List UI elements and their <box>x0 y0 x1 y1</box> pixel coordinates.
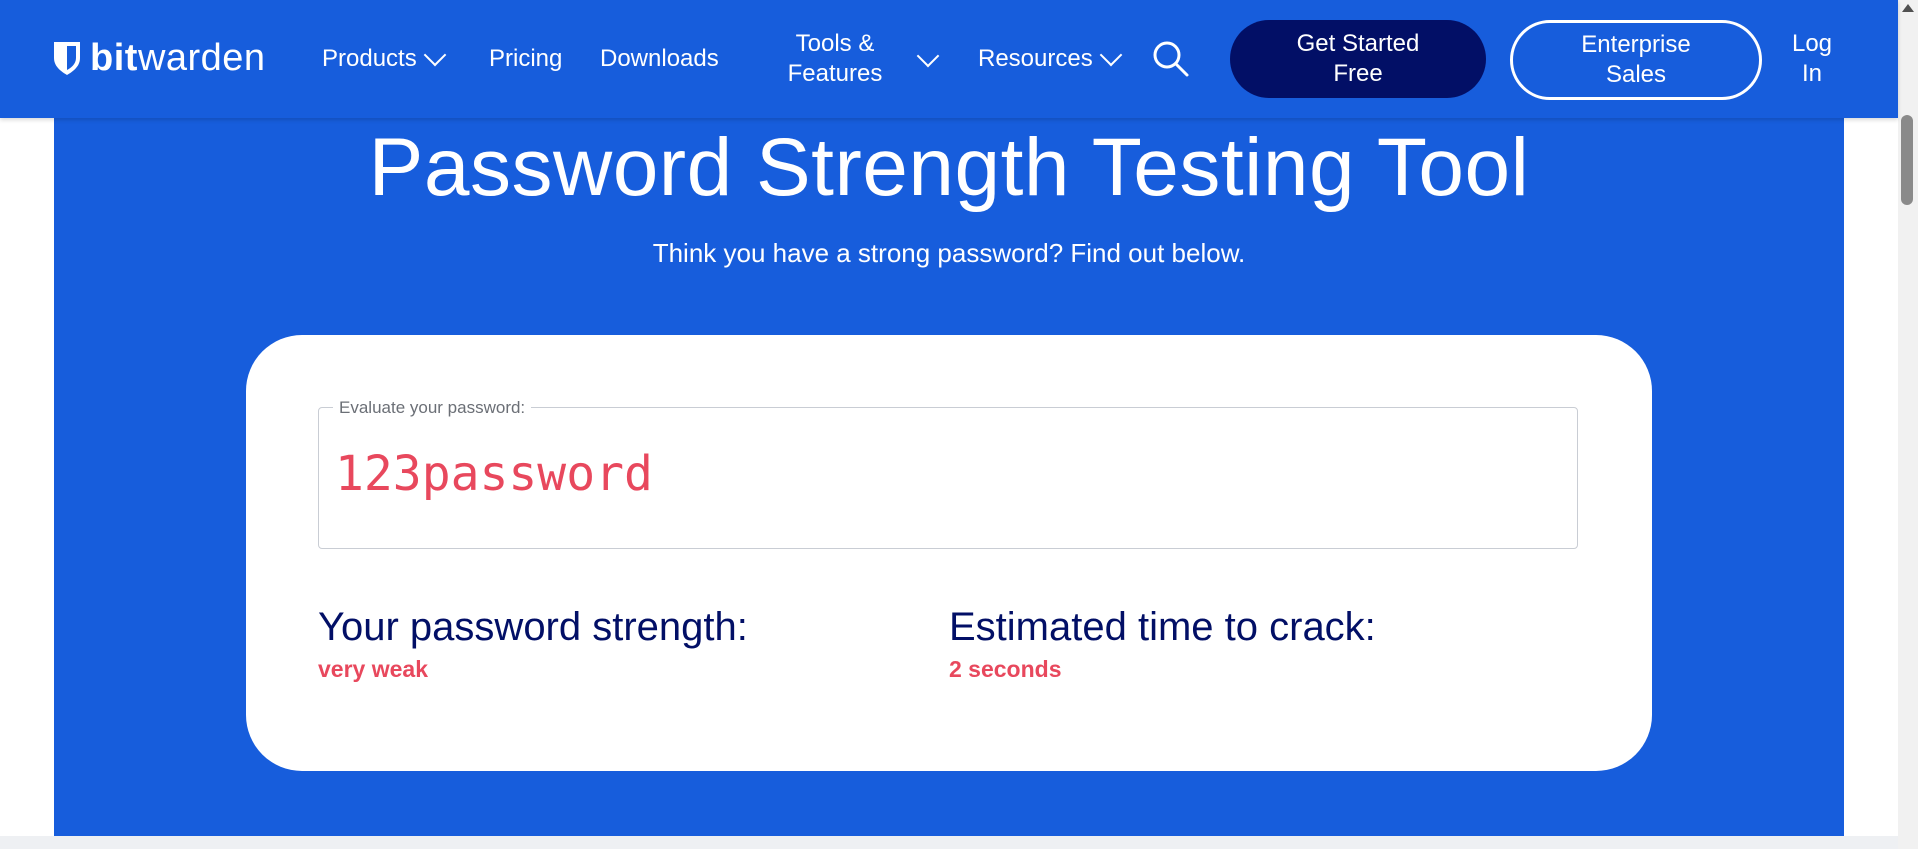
log-in-link[interactable]: Log In <box>1786 29 1838 89</box>
password-fieldset: Evaluate your password: <box>318 398 1578 549</box>
nav-tools-line1: Tools & <box>795 30 875 57</box>
shield-logo-icon <box>54 42 80 75</box>
enterprise-sales-button[interactable]: Enterprise Sales <box>1510 20 1762 100</box>
enterprise-line2: Sales <box>1605 61 1667 88</box>
logo-text-light: warden <box>137 37 266 79</box>
password-field-label: Evaluate your password: <box>333 398 532 418</box>
enterprise-line1: Enterprise <box>1581 31 1691 58</box>
nav-tools-features[interactable]: Tools & Features <box>782 29 888 89</box>
top-navigation-bar: bitwarden Products Pricing Downloads Too… <box>0 0 1898 118</box>
get-started-free-button[interactable]: Get Started Free <box>1230 20 1486 98</box>
logo-text-bold: bit <box>90 37 138 79</box>
get-started-line2: Free <box>1333 60 1383 87</box>
hero-section: Password Strength Testing Tool Think you… <box>54 118 1844 836</box>
scrollbar-thumb[interactable] <box>1901 115 1913 205</box>
search-button[interactable] <box>1150 38 1192 80</box>
password-evaluator-card: Evaluate your password: Your password st… <box>246 335 1652 771</box>
page: bitwarden Products Pricing Downloads Too… <box>0 0 1918 849</box>
strength-value: very weak <box>318 656 428 682</box>
nav-resources[interactable]: Resources <box>978 43 1123 74</box>
chevron-down-icon <box>423 43 447 67</box>
search-icon <box>1153 41 1189 77</box>
scroll-up-arrow-icon[interactable] <box>1902 4 1914 12</box>
nav-downloads-label: Downloads <box>600 45 719 72</box>
login-line2: In <box>1801 60 1822 87</box>
chevron-down-icon[interactable] <box>916 44 940 68</box>
crack-time-label: Estimated time to crack: <box>949 605 1376 649</box>
logo-wordmark: bitwarden <box>90 38 266 78</box>
nav-pricing[interactable]: Pricing <box>489 44 562 74</box>
strength-label: Your password strength: <box>318 605 748 649</box>
get-started-line1: Get Started <box>1296 30 1420 57</box>
password-input[interactable] <box>335 444 1555 504</box>
nav-tools-line2: Features <box>787 60 883 87</box>
bitwarden-logo[interactable]: bitwarden <box>52 38 266 78</box>
nav-products-label: Products <box>322 45 417 72</box>
nav-resources-label: Resources <box>978 45 1093 72</box>
crack-time-value: 2 seconds <box>949 656 1062 682</box>
page-bottom-strip <box>0 836 1898 849</box>
nav-downloads[interactable]: Downloads <box>600 44 719 74</box>
vertical-scrollbar[interactable] <box>1898 0 1918 849</box>
page-title: Password Strength Testing Tool <box>368 122 1530 213</box>
chevron-down-icon <box>1099 43 1123 67</box>
login-line1: Log <box>1791 30 1833 57</box>
nav-pricing-label: Pricing <box>489 45 563 72</box>
nav-products[interactable]: Products <box>322 43 447 74</box>
page-subtitle: Think you have a strong password? Find o… <box>652 238 1246 268</box>
